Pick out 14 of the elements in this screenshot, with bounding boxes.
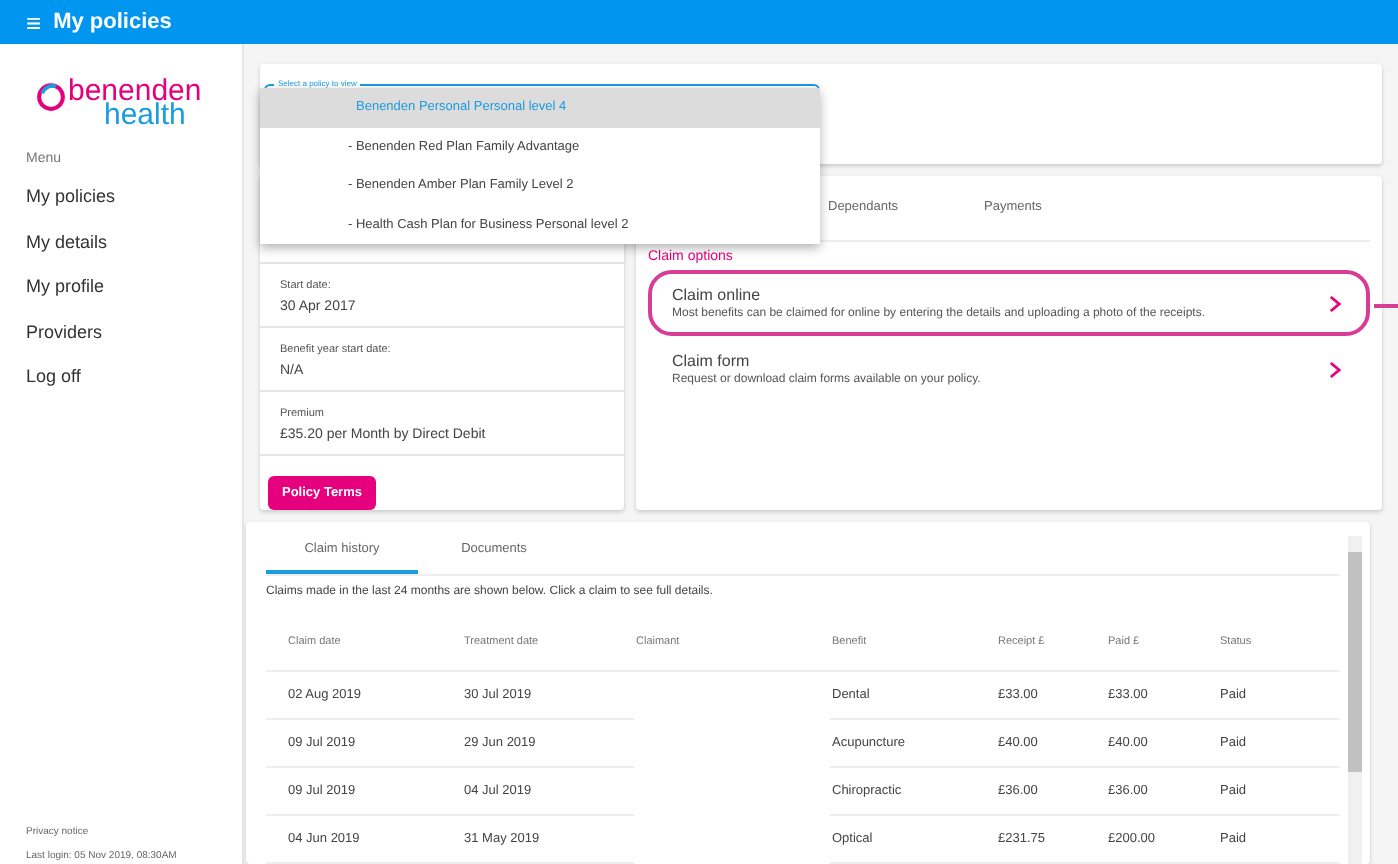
sidebar-item[interactable]: My policies [26,186,242,231]
logo-subtitle: health [104,104,186,128]
sidebar-item[interactable]: Providers [26,321,242,366]
option-title: Claim online [672,286,763,304]
scrollbar[interactable] [1348,536,1362,864]
option-title: Claim form [672,352,752,370]
sidebar-item[interactable]: My profile [26,276,242,321]
chevron-right-icon [1328,359,1342,379]
sidebar-item[interactable]: My details [26,231,242,276]
app-title: My policies [53,10,172,34]
chevron-right-icon [1328,293,1342,313]
logo-ring-icon [36,82,66,112]
sidebar-item[interactable]: Log off [26,366,242,411]
logo-brand: benenden [68,80,202,104]
